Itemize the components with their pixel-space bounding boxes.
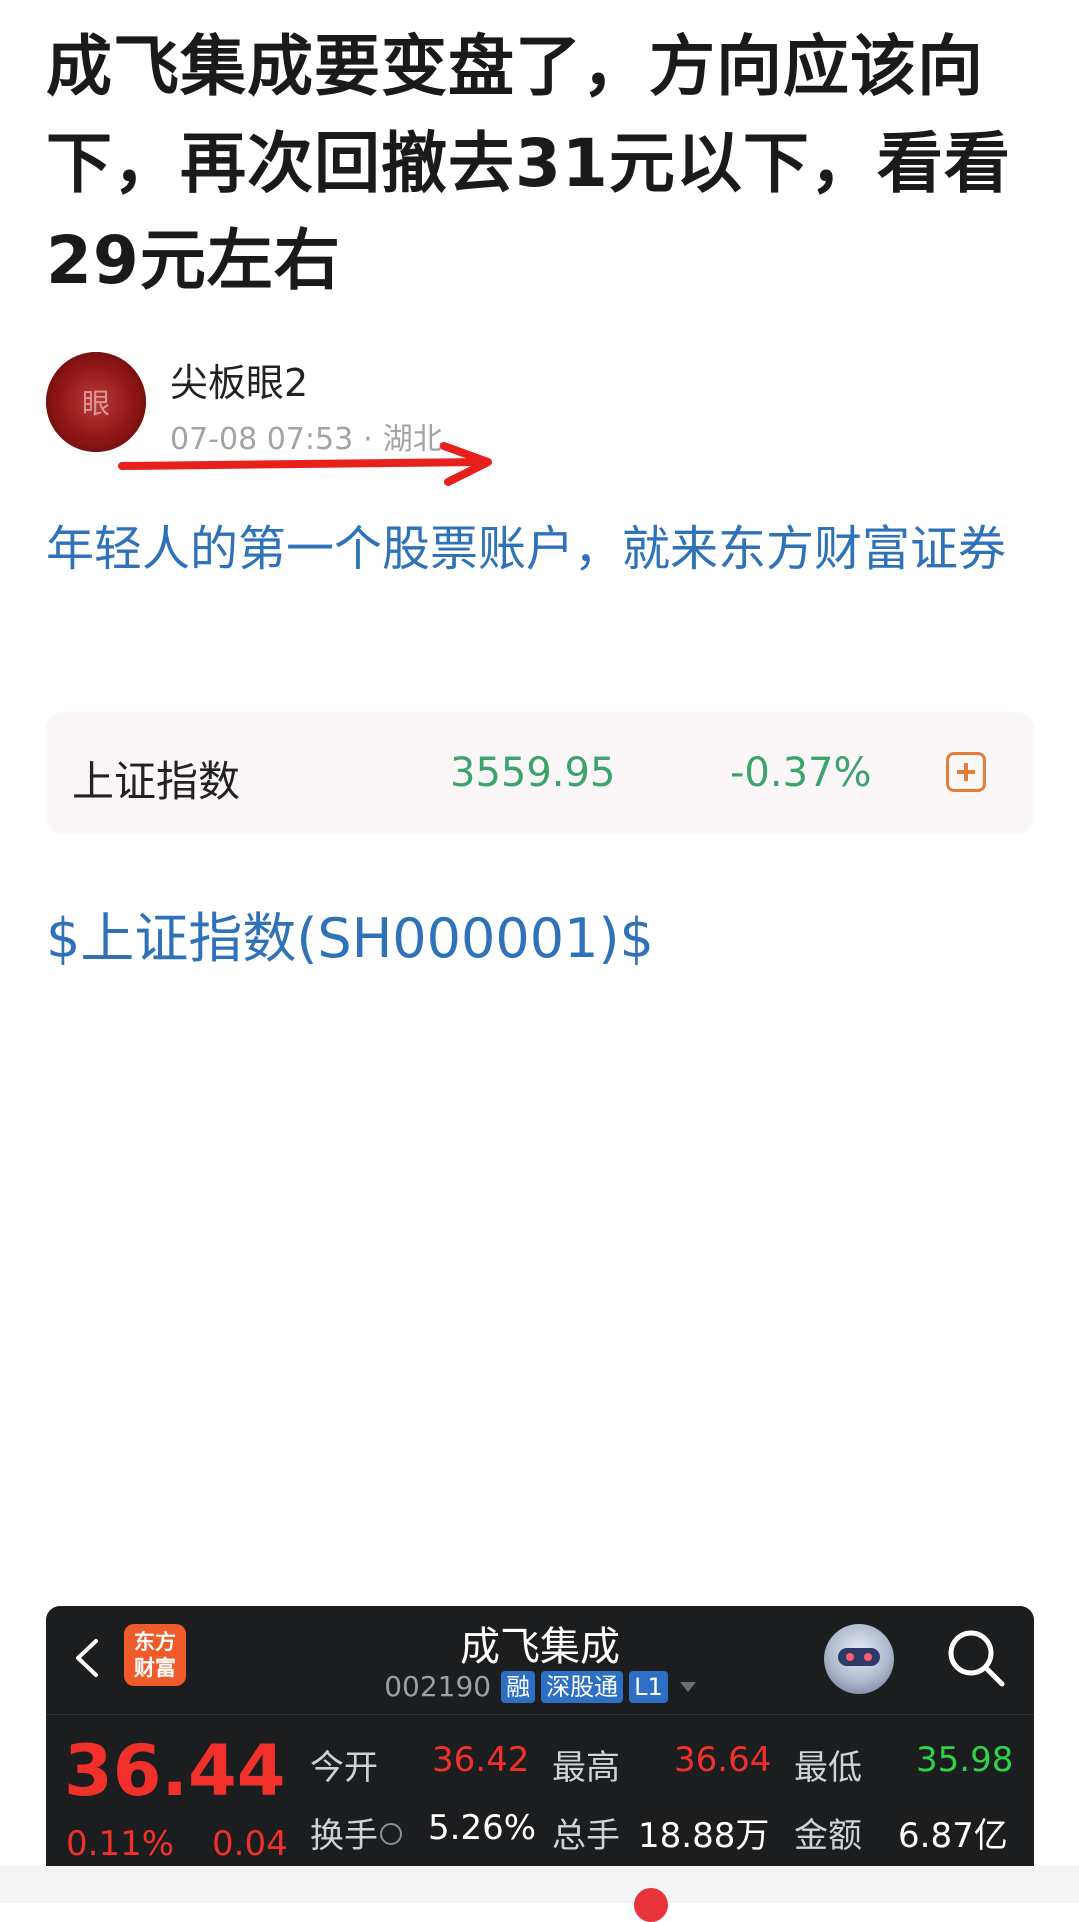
- turnover-value: 5.26%: [428, 1808, 537, 1848]
- panel-divider: [46, 1714, 1034, 1715]
- stock-code: 002190: [384, 1670, 492, 1703]
- quote-change: -0.37%: [730, 750, 872, 796]
- author-name[interactable]: 尖板眼2: [170, 352, 308, 407]
- tag-connect: 深股通: [541, 1670, 624, 1703]
- quote-name: 上证指数: [72, 757, 241, 806]
- amount-value: 6.87亿: [898, 1816, 1008, 1856]
- tag-level: L1: [629, 1670, 668, 1703]
- avatar[interactable]: 眼: [46, 352, 146, 452]
- low-value: 35.98: [916, 1740, 1014, 1780]
- amount-label: 金额: [794, 1816, 862, 1856]
- low-label: 最低: [794, 1748, 862, 1788]
- high-label: 最高: [552, 1748, 620, 1788]
- turnover-label[interactable]: 换手: [310, 1808, 402, 1857]
- volume-value: 18.88万: [638, 1816, 770, 1856]
- ad-link[interactable]: 年轻人的第一个股票账户，就来东方财富证券: [46, 510, 1036, 588]
- bottom-bar: [0, 1866, 1079, 1903]
- quote-price: 3559.95: [450, 750, 616, 796]
- annotation-arrow-icon: [118, 442, 492, 486]
- avatar-text: 眼: [81, 387, 110, 420]
- open-value: 36.42: [432, 1740, 530, 1780]
- change-amount: 0.04: [212, 1824, 288, 1864]
- volume-label: 总手: [552, 1816, 620, 1856]
- change-percent: 0.11%: [66, 1824, 175, 1864]
- high-value: 36.64: [674, 1740, 772, 1780]
- quote-card[interactable]: 上证指数 3559.95 -0.37%: [46, 712, 1034, 834]
- add-icon[interactable]: [946, 752, 986, 792]
- dropdown-caret-icon[interactable]: [679, 1681, 696, 1692]
- stock-tag-link[interactable]: $上证指数(SH000001)$: [46, 894, 654, 973]
- search-icon[interactable]: [944, 1626, 1008, 1690]
- info-icon[interactable]: [380, 1822, 402, 1845]
- notification-badge[interactable]: [634, 1888, 668, 1922]
- current-price: 36.44: [64, 1730, 286, 1812]
- tag-margin: 融: [501, 1670, 536, 1703]
- stock-panel: 东方 财富 成飞集成 002190 融 深股通 L1 36.44 0.11% 0…: [46, 1606, 1034, 1866]
- robot-assistant-icon[interactable]: [824, 1624, 894, 1694]
- post-title: 成飞集成要变盘了，方向应该向下，再次回撤去31元以下，看看29元左右: [46, 28, 1011, 299]
- open-label: 今开: [310, 1748, 378, 1788]
- turnover-label-text: 换手: [310, 1816, 378, 1856]
